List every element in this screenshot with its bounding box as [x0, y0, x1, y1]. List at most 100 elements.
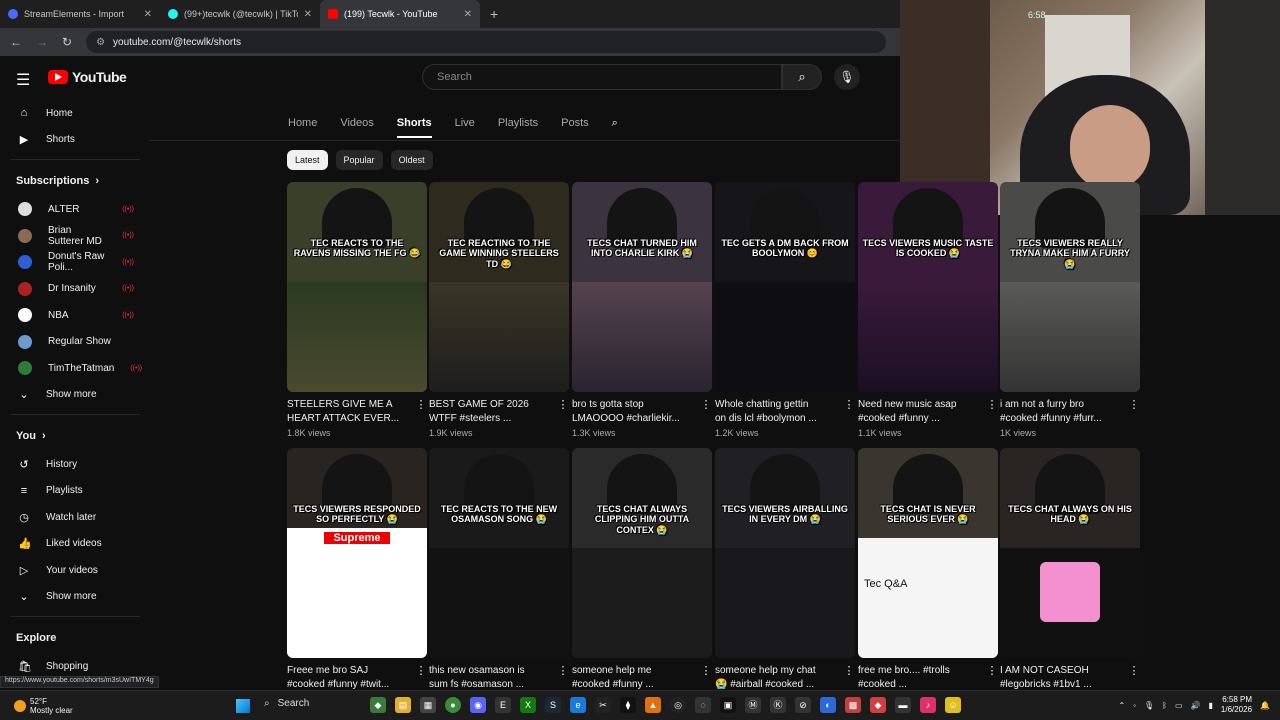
- tab-posts[interactable]: Posts: [561, 112, 589, 138]
- reload-icon[interactable]: ↻: [62, 35, 72, 49]
- more-options-icon[interactable]: ⋮: [1128, 664, 1140, 692]
- short-title[interactable]: this new osamason is sum fs #osamason ...: [429, 664, 557, 692]
- address-bar[interactable]: ⚙ youtube.com/@tecwlk/shorts: [86, 31, 887, 53]
- subscriptions-header[interactable]: Subscriptions ›: [0, 166, 150, 196]
- sidebar-item-home[interactable]: ⌂ Home: [0, 100, 150, 127]
- app-icon[interactable]: ▣: [720, 697, 736, 713]
- sidebar-item-history[interactable]: ↺ History: [0, 451, 150, 478]
- clock[interactable]: 6:58 PM 1/6/2026: [1221, 695, 1252, 715]
- sidebar-item-subscription[interactable]: Brian Sutterer MD ((•)): [0, 223, 150, 250]
- app-icon[interactable]: Ⓜ: [745, 697, 761, 713]
- short-card[interactable]: Tec Q&A TECS CHAT IS NEVER SERIOUS EVER …: [858, 448, 998, 692]
- short-thumbnail[interactable]: TECS VIEWERS MUSIC TASTE IS COOKED 😭: [858, 182, 998, 392]
- sidebar-item-subscription[interactable]: Regular Show: [0, 329, 150, 356]
- network-icon[interactable]: ▭: [1175, 701, 1183, 710]
- more-options-icon[interactable]: ⋮: [843, 398, 855, 426]
- forward-icon[interactable]: →: [36, 35, 48, 49]
- chip-latest[interactable]: Latest: [287, 150, 328, 170]
- sidebar-item-subscription[interactable]: NBA ((•)): [0, 302, 150, 329]
- notification-icon[interactable]: 🔔: [1260, 701, 1270, 710]
- volume-icon[interactable]: 🔊: [1191, 701, 1201, 710]
- edge-icon[interactable]: e: [570, 697, 586, 713]
- short-thumbnail[interactable]: TECS VIEWERS AIRBALLING IN EVERY DM 😭: [715, 448, 855, 658]
- short-title[interactable]: free me bro.... #trolls #cooked ...: [858, 664, 986, 692]
- sidebar-item-liked-videos[interactable]: 👍 Liked videos: [0, 531, 150, 558]
- short-card[interactable]: TECS VIEWERS MUSIC TASTE IS COOKED 😭 Nee…: [858, 182, 998, 438]
- app-icon[interactable]: ▬: [895, 697, 911, 713]
- short-title[interactable]: someone help me #cooked #funny ...: [572, 664, 700, 692]
- sidebar-item-watch-later[interactable]: ◷ Watch later: [0, 504, 150, 531]
- short-title[interactable]: Need new music asap #cooked #funny ...: [858, 398, 986, 426]
- short-title[interactable]: STEELERS GIVE ME A HEART ATTACK EVER...: [287, 398, 415, 426]
- you-header[interactable]: You ›: [0, 421, 150, 451]
- app-icon[interactable]: ⧫: [620, 697, 636, 713]
- browser-tab[interactable]: (99+)tecwlk (@tecwlk) | TikTok ✕: [160, 0, 320, 28]
- bluetooth-icon[interactable]: ᛒ: [1162, 701, 1167, 710]
- menu-icon[interactable]: ☰: [16, 70, 30, 90]
- steam-icon[interactable]: S: [545, 697, 561, 713]
- new-tab-icon[interactable]: +: [490, 6, 498, 22]
- music-icon[interactable]: ♪: [920, 697, 936, 713]
- sidebar-item-subscription[interactable]: Donut's Raw Poli... ((•)): [0, 249, 150, 276]
- obs-icon[interactable]: ◎: [670, 697, 686, 713]
- short-card[interactable]: TEC GETS A DM BACK FROM BOOLYMON 😊 Whole…: [715, 182, 855, 438]
- short-title[interactable]: Whole chatting gettin on dis lcl #boolymo…: [715, 398, 843, 426]
- app-icon[interactable]: Ⓚ: [770, 697, 786, 713]
- more-options-icon[interactable]: ⋮: [700, 664, 712, 692]
- short-thumbnail[interactable]: TECS CHAT ALWAYS ON HIS HEAD 😭: [1000, 448, 1140, 658]
- widgets-icon[interactable]: ◆: [370, 697, 386, 713]
- short-title[interactable]: someone help my chat 😭 #airball #cooked .…: [715, 664, 843, 692]
- windows-start-icon[interactable]: [236, 699, 250, 713]
- more-options-icon[interactable]: ⋮: [557, 664, 569, 692]
- short-card[interactable]: TEC REACTS TO THE RAVENS MISSING THE FG …: [287, 182, 427, 438]
- more-options-icon[interactable]: ⋮: [415, 398, 427, 426]
- short-thumbnail[interactable]: Supreme TECS VIEWERS RESPONDED SO PERFEC…: [287, 448, 427, 658]
- sidebar-item-subscription[interactable]: ALTER ((•)): [0, 196, 150, 223]
- short-thumbnail[interactable]: TEC REACTS TO THE NEW OSAMASON SONG 😭: [429, 448, 569, 658]
- app-icon[interactable]: ⊘: [795, 697, 811, 713]
- close-icon[interactable]: ✕: [144, 9, 152, 20]
- close-icon[interactable]: ✕: [304, 9, 312, 20]
- app-icon[interactable]: ▩: [845, 697, 861, 713]
- tab-videos[interactable]: Videos: [340, 112, 373, 138]
- short-card[interactable]: TECS VIEWERS REALLY TRYNA MAKE HIM A FUR…: [1000, 182, 1140, 438]
- browser-tab[interactable]: StreamElements - Import ✕: [0, 0, 160, 28]
- tab-live[interactable]: Live: [455, 112, 475, 138]
- short-card[interactable]: TECS CHAT ALWAYS ON HIS HEAD 😭 I AM NOT …: [1000, 448, 1140, 692]
- short-card[interactable]: TECS VIEWERS AIRBALLING IN EVERY DM 😭 so…: [715, 448, 855, 692]
- file-explorer-icon[interactable]: ▤: [395, 697, 411, 713]
- sidebar-item-shorts[interactable]: ▶ Shorts: [0, 127, 150, 154]
- short-card[interactable]: TECS CHAT ALWAYS CLIPPING HIM OUTTA CONT…: [572, 448, 712, 692]
- more-options-icon[interactable]: ⋮: [1128, 398, 1140, 426]
- epic-games-icon[interactable]: E: [495, 697, 511, 713]
- short-thumbnail[interactable]: TECS CHAT ALWAYS CLIPPING HIM OUTTA CONT…: [572, 448, 712, 658]
- search-button[interactable]: ⌕: [782, 64, 822, 90]
- short-thumbnail[interactable]: TECS VIEWERS REALLY TRYNA MAKE HIM A FUR…: [1000, 182, 1140, 392]
- short-thumbnail[interactable]: TECS CHAT TURNED HIM INTO CHARLIE KIRK 😭: [572, 182, 712, 392]
- short-card[interactable]: TEC REACTING TO THE GAME WINNING STEELER…: [429, 182, 569, 438]
- tab-playlists[interactable]: Playlists: [498, 112, 538, 138]
- app-icon[interactable]: ◆: [870, 697, 886, 713]
- chrome-icon[interactable]: ●: [445, 697, 461, 713]
- channel-search-icon[interactable]: ⌕: [612, 112, 618, 138]
- browser-tab-active[interactable]: (199) Tecwlk - YouTube ✕: [320, 0, 480, 28]
- store-icon[interactable]: ▦: [420, 697, 436, 713]
- short-title[interactable]: i am not a furry bro #cooked #funny #furr…: [1000, 398, 1128, 426]
- site-info-icon[interactable]: ⚙: [96, 37, 105, 48]
- sidebar-item-playlists[interactable]: ≡ Playlists: [0, 478, 150, 505]
- sidebar-item-subscription[interactable]: TimTheTatman ((•)): [0, 355, 150, 382]
- voice-search-button[interactable]: 🎙: [834, 64, 860, 90]
- short-thumbnail[interactable]: TEC REACTS TO THE RAVENS MISSING THE FG …: [287, 182, 427, 392]
- more-options-icon[interactable]: ⋮: [557, 398, 569, 426]
- short-card[interactable]: TECS CHAT TURNED HIM INTO CHARLIE KIRK 😭…: [572, 182, 712, 438]
- chip-oldest[interactable]: Oldest: [390, 150, 433, 170]
- app-icon[interactable]: ◌: [695, 697, 711, 713]
- app-icon[interactable]: ◐: [820, 697, 836, 713]
- show-more-button[interactable]: ⌄ Show more: [0, 382, 150, 409]
- chip-popular[interactable]: Popular: [335, 150, 383, 170]
- show-more-button[interactable]: ⌄ Show more: [0, 584, 150, 611]
- sidebar-item-subscription[interactable]: Dr Insanity ((•)): [0, 276, 150, 303]
- tab-shorts[interactable]: Shorts: [396, 112, 432, 138]
- short-thumbnail[interactable]: TEC GETS A DM BACK FROM BOOLYMON 😊: [715, 182, 855, 392]
- youtube-logo[interactable]: YouTube: [48, 69, 127, 85]
